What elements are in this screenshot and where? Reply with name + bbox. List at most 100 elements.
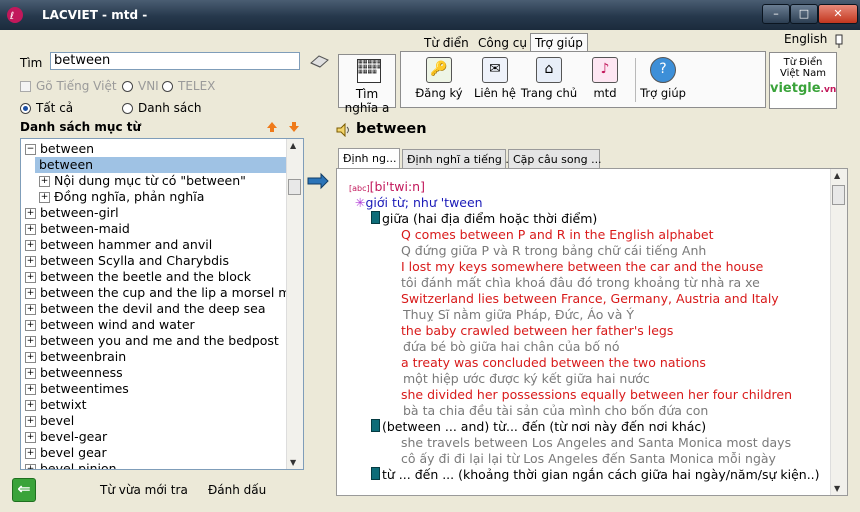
expand-icon[interactable]: + — [25, 320, 36, 331]
maximize-button[interactable]: □ — [790, 4, 818, 24]
list-item[interactable]: + bevel gear — [25, 445, 107, 461]
expand-icon[interactable]: + — [25, 400, 36, 411]
expand-icon[interactable]: + — [25, 448, 36, 459]
list-item[interactable]: + between-girl — [25, 205, 119, 221]
bookmark-button[interactable]: Đánh dấu — [208, 483, 266, 497]
arrow-up-icon[interactable] — [266, 121, 278, 133]
expand-icon[interactable]: + — [39, 176, 50, 187]
list-item[interactable]: + betweenness — [25, 365, 123, 381]
list-item[interactable]: + betweenbrain — [25, 349, 126, 365]
english-toggle[interactable]: English — [784, 32, 827, 46]
list-item[interactable]: between — [35, 157, 289, 173]
arrow-down-icon[interactable] — [288, 121, 300, 133]
expand-icon[interactable]: + — [25, 416, 36, 427]
window-title: LACVIET - mtd - — [42, 8, 148, 22]
recent-button[interactable]: Từ vừa mới tra — [100, 483, 188, 497]
expand-icon[interactable]: + — [25, 224, 36, 235]
list-item-label: between the cup and the lip a morsel may — [40, 285, 304, 300]
tab-parallel-sentences[interactable]: Cặp câu song ... — [508, 149, 602, 168]
definition-scrollbar[interactable]: ▲ ▼ — [830, 169, 847, 495]
all-radio[interactable] — [20, 103, 31, 114]
scroll-thumb[interactable] — [288, 179, 301, 195]
tab-english-definition[interactable]: Định nghĩ a tiếng ... — [402, 149, 516, 168]
list-item[interactable]: + between you and me and the bedpost — [25, 333, 279, 349]
expand-icon[interactable]: + — [25, 240, 36, 251]
list-item[interactable]: + Đồng nghĩa, phản nghĩa — [39, 189, 204, 205]
example-vi: Thuỵ Sĩ nằm giữa Pháp, Đức, Áo và Ý — [403, 307, 634, 322]
expand-icon[interactable]: + — [25, 272, 36, 283]
search-input[interactable] — [50, 52, 300, 70]
list-item[interactable]: + between the cup and the lip a morsel ma… — [25, 285, 304, 301]
sync-arrow-icon[interactable] — [306, 172, 330, 190]
list-item[interactable]: + bevel pinion — [25, 461, 117, 469]
list-item-label: between — [40, 141, 95, 156]
expand-icon[interactable]: + — [25, 256, 36, 267]
list-item[interactable]: + Nội dung mục từ có "between" — [39, 173, 246, 189]
eraser-icon[interactable] — [308, 54, 330, 68]
definition-panel: [abc][bi'twi:n] ✳giới từ; như 'tween giữ… — [336, 168, 848, 496]
mtd-button[interactable]: ♪ mtd — [575, 52, 635, 107]
entry-list[interactable]: − between between + Nội dung mục từ có "betw… — [20, 138, 304, 470]
expand-icon[interactable]: + — [25, 368, 36, 379]
expand-icon[interactable]: + — [39, 192, 50, 203]
back-button[interactable]: ⇐ — [12, 478, 36, 502]
expand-icon[interactable]: + — [25, 352, 36, 363]
homepage-button[interactable]: ⌂ Trang chủ — [519, 52, 579, 107]
close-button[interactable]: ✕ — [818, 4, 858, 24]
example-en: Switzerland lies between France, Germany… — [401, 291, 779, 306]
book-icon — [371, 467, 380, 480]
minimize-button[interactable]: – — [762, 4, 790, 24]
example-en: she divided her possessions equally betw… — [401, 387, 792, 402]
expand-icon[interactable]: + — [25, 208, 36, 219]
expand-icon[interactable]: + — [25, 336, 36, 347]
tab-dictionary[interactable]: Từ điển — [420, 34, 473, 52]
scroll-up-arrow[interactable]: ▲ — [290, 141, 296, 150]
expand-icon[interactable]: + — [25, 432, 36, 443]
list-item[interactable]: + betweentimes — [25, 381, 129, 397]
expand-icon[interactable]: + — [25, 288, 36, 299]
telex-label: TELEX — [178, 79, 216, 93]
list-item[interactable]: + between-maid — [25, 221, 130, 237]
scroll-down-arrow[interactable]: ▼ — [834, 484, 840, 493]
list-item[interactable]: − between — [25, 141, 94, 157]
list-item-label: between hammer and anvil — [40, 237, 213, 252]
tab-help[interactable]: Trợ giúp — [530, 33, 588, 52]
vietnamese-typing-label: Gõ Tiếng Việt — [36, 79, 117, 93]
speaker-icon[interactable] — [336, 123, 352, 137]
dictionary-page-icon: ▦▦▦▦▦ ▦▦▦▦▦ ▦▦▦▦ — [357, 59, 381, 83]
list-item[interactable]: + bevel — [25, 413, 74, 429]
list-item[interactable]: + between the devil and the deep sea — [25, 301, 266, 317]
vietgle-logo[interactable]: Từ Điển Việt Nam vietgle.vn — [769, 52, 837, 109]
expand-icon[interactable]: + — [25, 384, 36, 395]
list-item[interactable]: + between wind and water — [25, 317, 195, 333]
scroll-down-arrow[interactable]: ▼ — [290, 458, 296, 467]
register-button[interactable]: 🔑 Đăng ký — [409, 52, 469, 107]
pronunciation: [bi'twi:n] — [369, 179, 425, 194]
example-en: she travels between Los Angeles and Sant… — [401, 435, 792, 450]
list-item-label: betweenbrain — [40, 349, 127, 364]
list-radio[interactable] — [122, 103, 133, 114]
list-item[interactable]: + bevel-gear — [25, 429, 107, 445]
list-item[interactable]: + between hammer and anvil — [25, 237, 212, 253]
list-item[interactable]: + betwixt — [25, 397, 87, 413]
list-item[interactable]: + between Scylla and Charybdis — [25, 253, 229, 269]
pin-icon[interactable] — [834, 34, 844, 48]
vietnamese-typing-checkbox[interactable] — [20, 81, 31, 92]
list-item[interactable]: + between the beetle and the block — [25, 269, 251, 285]
expand-icon[interactable]: + — [25, 464, 36, 469]
help-button[interactable]: ? Trợ giúp — [633, 52, 693, 107]
scroll-thumb[interactable] — [832, 185, 845, 205]
envelope-icon: ✉ — [482, 57, 508, 83]
vni-radio[interactable] — [122, 81, 133, 92]
tab-definition[interactable]: Định ng... — [338, 148, 400, 169]
telex-radio[interactable] — [162, 81, 173, 92]
tab-tools[interactable]: Công cụ — [474, 34, 531, 52]
headword: between — [356, 121, 427, 137]
collapse-icon[interactable]: − — [25, 144, 36, 155]
expand-icon[interactable]: + — [25, 304, 36, 315]
scroll-up-arrow[interactable]: ▲ — [834, 171, 840, 180]
list-item-label: bevel gear — [40, 445, 107, 460]
entry-list-scrollbar[interactable]: ▲ ▼ — [286, 139, 303, 469]
find-meaning-button[interactable]: ▦▦▦▦▦ ▦▦▦▦▦ ▦▦▦▦ Tìm nghĩa a — [338, 54, 396, 115]
contact-button[interactable]: ✉ Liên hệ — [465, 52, 525, 107]
